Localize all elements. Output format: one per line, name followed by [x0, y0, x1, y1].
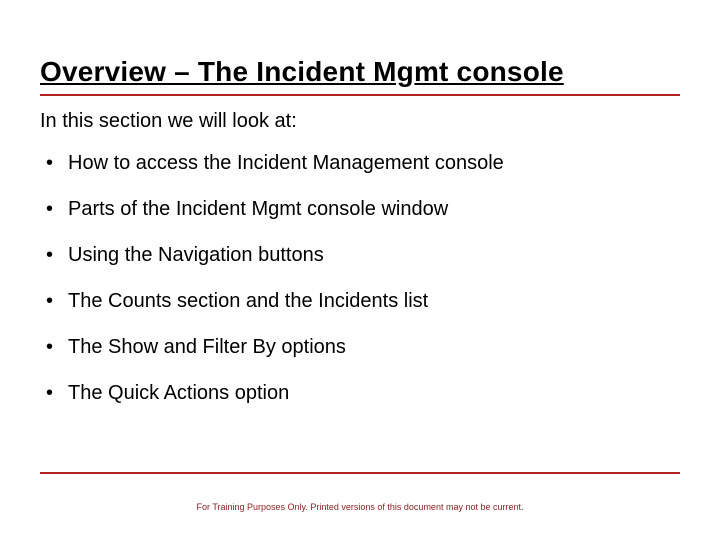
- title-divider: [40, 94, 680, 96]
- list-item: The Quick Actions option: [40, 381, 680, 427]
- bullet-list: How to access the Incident Management co…: [40, 151, 680, 427]
- intro-text: In this section we will look at:: [40, 110, 680, 133]
- list-item: Using the Navigation buttons: [40, 243, 680, 289]
- footer-text: For Training Purposes Only. Printed vers…: [0, 502, 720, 512]
- slide: Overview – The Incident Mgmt console In …: [0, 0, 720, 540]
- list-item: How to access the Incident Management co…: [40, 151, 680, 197]
- list-item: The Show and Filter By options: [40, 335, 680, 381]
- list-item: The Counts section and the Incidents lis…: [40, 289, 680, 335]
- page-title: Overview – The Incident Mgmt console: [40, 56, 680, 88]
- footer-divider: [40, 472, 680, 474]
- list-item: Parts of the Incident Mgmt console windo…: [40, 197, 680, 243]
